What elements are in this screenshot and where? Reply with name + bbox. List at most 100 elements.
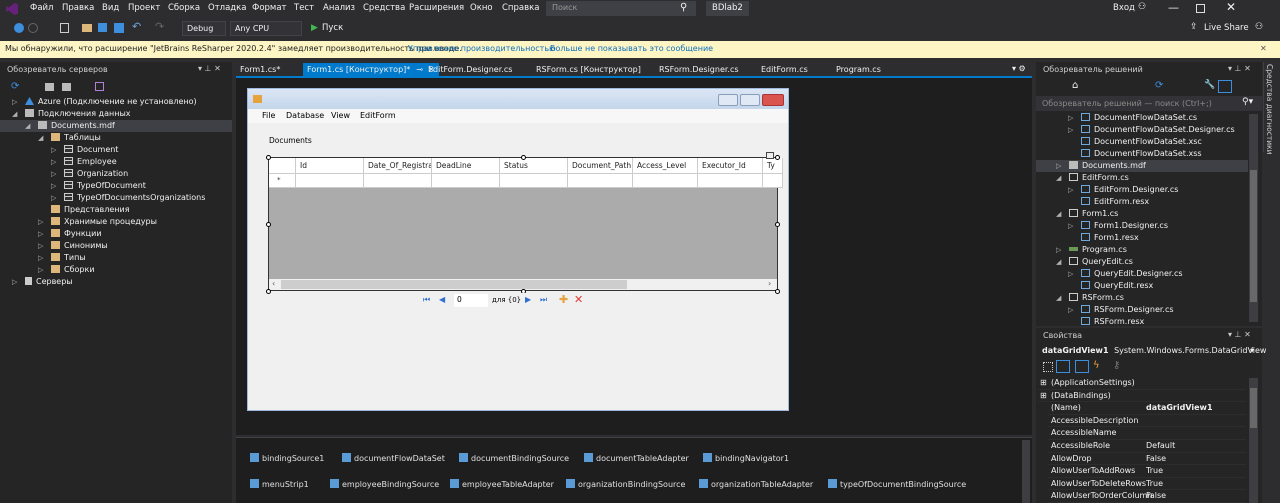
property-row[interactable]: AllowUserToDeleteRows True xyxy=(1048,478,1246,491)
expand-arrow-icon[interactable]: ▷ xyxy=(38,216,43,228)
expand-arrow-icon[interactable]: ◢ xyxy=(38,132,43,144)
property-row[interactable]: AllowDrop False xyxy=(1048,453,1246,466)
menu-item[interactable]: Проект xyxy=(128,3,160,13)
solution-item[interactable]: ▷ DocumentFlowDataSet.Designer.cs xyxy=(1036,124,1248,136)
expand-arrow-icon[interactable]: ◢ xyxy=(25,120,30,132)
column-header[interactable]: Access_Level xyxy=(633,158,698,174)
solution-item[interactable]: ◢ QueryEdit.cs xyxy=(1036,256,1248,268)
manage-performance-link[interactable]: Управление производительностью xyxy=(408,44,556,53)
solution-item[interactable]: ▷ QueryEdit.Designer.cs xyxy=(1036,268,1248,280)
expand-arrow-icon[interactable]: ▷ xyxy=(1068,268,1073,280)
home-icon[interactable]: ⌂ xyxy=(1072,80,1078,91)
resize-handle[interactable] xyxy=(775,289,780,294)
expand-arrow-icon[interactable]: ▷ xyxy=(38,228,43,240)
solution-item[interactable]: RSForm.resx xyxy=(1036,316,1248,328)
connect-server-icon[interactable] xyxy=(62,83,71,91)
solution-item[interactable]: ◢ EditForm.cs xyxy=(1036,172,1248,184)
expand-arrow-icon[interactable]: ▷ xyxy=(38,252,43,264)
menu-item[interactable]: Анализ xyxy=(323,3,355,13)
tree-item[interactable]: ▷ Organization xyxy=(0,168,232,180)
close-button[interactable]: ✕ xyxy=(1226,0,1236,14)
scroll-right-icon[interactable]: › xyxy=(768,279,771,288)
solution-item[interactable]: ▷ Documents.mdf xyxy=(1036,160,1248,172)
tray-component[interactable]: bindingSource1 xyxy=(250,453,324,463)
scrollbar-thumb[interactable] xyxy=(1250,170,1257,302)
solution-item[interactable]: Form1.resx xyxy=(1036,232,1248,244)
tree-item[interactable]: ▷ Document xyxy=(0,144,232,156)
delete-icon[interactable]: ✕ xyxy=(574,293,583,306)
property-value[interactable]: dataGridView1 xyxy=(1146,402,1213,415)
document-tab[interactable]: EditForm.cs xyxy=(757,63,812,77)
panel-controls[interactable]: ▾ ⊥ ✕ xyxy=(1228,64,1251,73)
form-menu-item[interactable]: EditForm xyxy=(360,111,396,120)
solution-item[interactable]: EditForm.resx xyxy=(1036,196,1248,208)
menu-item[interactable]: Сборка xyxy=(168,3,200,13)
tray-component[interactable]: employeeTableAdapter xyxy=(450,479,554,489)
grid-cell[interactable] xyxy=(763,174,783,188)
object-selector[interactable]: dataGridView1 System.Windows.Forms.DataG… xyxy=(1042,346,1266,355)
tray-component[interactable]: bindingNavigator1 xyxy=(703,453,789,463)
user-icon[interactable]: ⚇ xyxy=(1138,2,1146,12)
solution-search-input[interactable]: Обозреватель решений — поиск (Ctrl+;) xyxy=(1036,96,1262,111)
categorized-icon[interactable] xyxy=(1043,362,1053,372)
expand-arrow-icon[interactable]: ▷ xyxy=(1068,124,1073,136)
property-value[interactable]: Default xyxy=(1146,440,1175,453)
configuration-select[interactable]: Debug xyxy=(182,21,226,36)
property-row[interactable]: (Name) dataGridView1 xyxy=(1048,402,1246,415)
expand-arrow-icon[interactable]: ▷ xyxy=(12,276,17,288)
grid-cell[interactable] xyxy=(296,174,364,188)
run-icon[interactable]: ▶ xyxy=(311,23,318,33)
document-tab[interactable]: Program.cs xyxy=(832,63,885,77)
document-tab[interactable]: RSForm.Designer.cs xyxy=(655,63,743,77)
resize-handle[interactable] xyxy=(266,289,271,294)
close-infobar-icon[interactable]: ✕ xyxy=(1260,44,1267,53)
menu-item[interactable]: Справка xyxy=(502,3,539,13)
column-header[interactable]: Status xyxy=(500,158,568,174)
properties-scrollbar[interactable] xyxy=(1249,378,1258,503)
scrollbar-thumb[interactable] xyxy=(281,280,627,289)
tree-item[interactable]: ▷ Типы xyxy=(0,252,232,264)
grid-cell[interactable] xyxy=(432,174,500,188)
position-input[interactable]: 0 xyxy=(454,294,488,307)
move-previous-icon[interactable]: ◀ xyxy=(439,295,445,304)
menu-item[interactable]: Средства xyxy=(363,3,405,13)
undo-icon[interactable]: ↶ xyxy=(132,20,141,33)
menu-item[interactable]: Окно xyxy=(470,3,493,13)
expand-arrow-icon[interactable]: ▷ xyxy=(38,240,43,252)
expand-arrow-icon[interactable]: ▷ xyxy=(1068,220,1073,232)
expand-arrow-icon[interactable]: ▷ xyxy=(51,168,56,180)
data-designer-icon[interactable] xyxy=(95,82,104,91)
smart-tag-icon[interactable] xyxy=(766,152,774,159)
new-project-icon[interactable] xyxy=(60,23,69,33)
tray-component[interactable]: typeOfDocumentBindingSource xyxy=(828,479,966,489)
property-row[interactable]: ⊞ (DataBindings) xyxy=(1038,390,1246,403)
form-menu-item[interactable]: Database xyxy=(286,111,324,120)
tree-item[interactable]: ▷ Хранимые процедуры xyxy=(0,216,232,228)
solution-item[interactable]: ▷ Form1.Designer.cs xyxy=(1036,220,1248,232)
tray-component[interactable]: organizationTableAdapter xyxy=(699,479,813,489)
preview-toggle-icon[interactable] xyxy=(1218,80,1232,93)
expand-arrow-icon[interactable]: ▷ xyxy=(1056,160,1061,172)
expand-arrow-icon[interactable]: ▷ xyxy=(51,192,56,204)
grid-cell[interactable] xyxy=(500,174,568,188)
solution-item[interactable]: ▷ Program.cs xyxy=(1036,244,1248,256)
save-icon[interactable] xyxy=(98,23,107,32)
feedback-icon[interactable]: ⚇ xyxy=(1255,22,1263,32)
expand-arrow-icon[interactable]: ◢ xyxy=(1056,256,1061,268)
property-value[interactable]: True xyxy=(1146,478,1163,491)
open-folder-icon[interactable] xyxy=(82,24,92,32)
binding-navigator[interactable]: ⏮ ◀ 0 для {0} ▶ ⏭ ✚ ✕ xyxy=(414,293,590,309)
platform-select[interactable]: Any CPU xyxy=(230,21,302,36)
resize-handle[interactable] xyxy=(775,155,780,160)
expand-arrow-icon[interactable]: ▷ xyxy=(51,156,56,168)
properties-view-icon[interactable] xyxy=(1075,360,1089,373)
solution-item[interactable]: QueryEdit.resx xyxy=(1036,280,1248,292)
solution-item[interactable]: DocumentFlowDataSet.xsc xyxy=(1036,136,1248,148)
forward-icon[interactable] xyxy=(28,23,38,33)
solution-scrollbar[interactable] xyxy=(1249,114,1258,322)
tree-item[interactable]: ◢ Подключения данных xyxy=(0,108,232,120)
property-pages-icon[interactable]: ⚷ xyxy=(1113,360,1120,371)
column-header[interactable]: DeadLine xyxy=(432,158,500,174)
properties-wrench-icon[interactable]: 🔧 xyxy=(1204,80,1215,90)
search-input[interactable]: Поиск xyxy=(546,1,696,16)
